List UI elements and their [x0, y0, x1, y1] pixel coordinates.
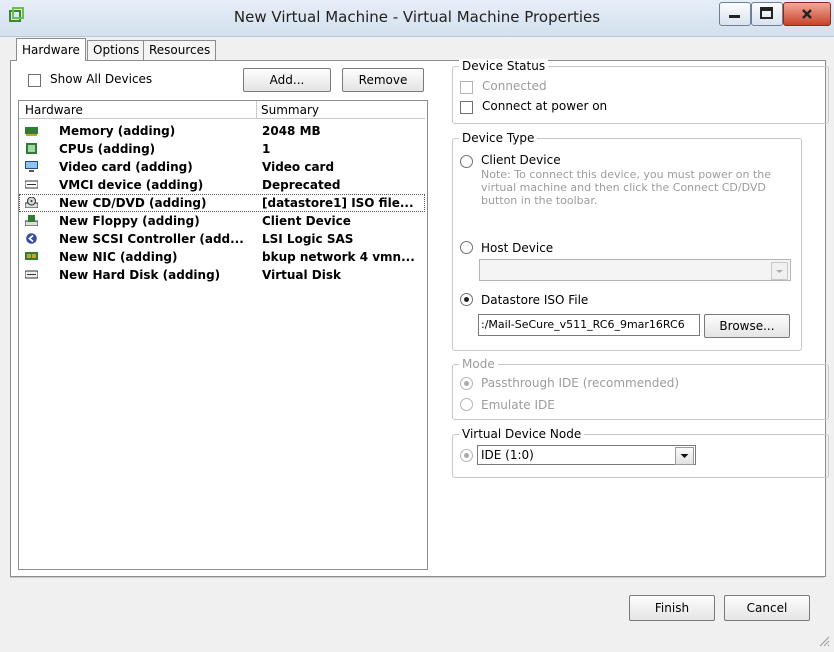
row-hardware: New CD/DVD (adding): [59, 196, 207, 210]
virtual-device-node-value: IDE (1:0): [481, 448, 534, 462]
host-device-select[interactable]: [479, 259, 791, 281]
row-summary: Client Device: [262, 214, 351, 228]
add-button[interactable]: Add...: [243, 68, 331, 92]
row-summary: 1: [262, 142, 271, 156]
row-summary: [datastore1] ISO file...: [262, 196, 414, 210]
passthrough-ide-radio[interactable]: [460, 377, 473, 390]
row-hardware: New SCSI Controller (add...: [59, 232, 244, 246]
floppy-icon: [25, 215, 38, 226]
maximize-icon: [760, 7, 773, 19]
window-title: New Virtual Machine - Virtual Machine Pr…: [233, 8, 601, 26]
list-item[interactable]: VMCI device (adding) Deprecated: [19, 176, 425, 194]
row-summary: 2048 MB: [262, 124, 321, 138]
scsi-controller-icon: [26, 233, 37, 244]
title-bar: New Virtual Machine - Virtual Machine Pr…: [0, 0, 834, 37]
memory-icon: [25, 127, 38, 136]
row-hardware: Video card (adding): [59, 160, 193, 174]
list-item[interactable]: Video card (adding) Video card: [19, 158, 425, 176]
row-summary: Video card: [262, 160, 335, 174]
datastore-iso-label: Datastore ISO File: [481, 293, 589, 307]
list-item[interactable]: Memory (adding) 2048 MB: [19, 122, 425, 140]
show-all-devices-label: Show All Devices: [50, 72, 153, 86]
cpu-icon: [26, 143, 37, 154]
host-device-label: Host Device: [481, 241, 554, 255]
row-hardware: New Hard Disk (adding): [59, 268, 221, 282]
host-device-radio[interactable]: [460, 241, 473, 254]
tab-resources[interactable]: Resources: [143, 40, 217, 60]
chevron-down-icon: [776, 270, 783, 273]
tab-options[interactable]: Options: [87, 40, 146, 60]
monitor-icon: [25, 161, 38, 172]
list-item-selected[interactable]: New CD/DVD (adding) [datastore1] ISO fil…: [19, 194, 425, 212]
cancel-button[interactable]: Cancel: [724, 595, 810, 621]
tab-hardware[interactable]: Hardware: [16, 38, 86, 61]
emulate-ide-label: Emulate IDE: [481, 398, 555, 412]
datastore-iso-radio[interactable]: [460, 293, 473, 306]
nic-icon: [25, 252, 38, 260]
client-device-note: Note: To connect this device, you must p…: [481, 168, 772, 207]
host-device-dropdown-button[interactable]: [771, 262, 788, 280]
list-item[interactable]: CPUs (adding) 1: [19, 140, 425, 158]
row-summary: bkup network 4 vmn...: [262, 250, 415, 264]
list-item[interactable]: New SCSI Controller (add... LSI Logic SA…: [19, 230, 425, 248]
row-hardware: VMCI device (adding): [59, 178, 204, 192]
list-item[interactable]: New Floppy (adding) Client Device: [19, 212, 425, 230]
client-device-radio[interactable]: [460, 155, 473, 168]
remove-button[interactable]: Remove: [342, 68, 424, 92]
device-type-label: Device Type: [459, 131, 538, 145]
row-summary: Virtual Disk: [262, 268, 341, 282]
connect-at-power-on-label: Connect at power on: [482, 99, 608, 113]
browse-button[interactable]: Browse...: [704, 314, 790, 338]
minimize-button[interactable]: [719, 2, 751, 26]
column-header-summary[interactable]: Summary: [257, 101, 425, 119]
row-summary: Deprecated: [262, 178, 341, 192]
connected-label: Connected: [482, 79, 547, 93]
hard-disk-icon: [25, 270, 38, 279]
device-status-label: Device Status: [459, 59, 549, 73]
row-summary: LSI Logic SAS: [262, 232, 354, 246]
emulate-ide-radio[interactable]: [460, 398, 473, 411]
connected-checkbox[interactable]: [460, 81, 473, 94]
minimize-icon: [729, 15, 740, 18]
passthrough-ide-label: Passthrough IDE (recommended): [481, 376, 680, 390]
footer-divider: [10, 577, 824, 578]
finish-button[interactable]: Finish: [629, 595, 715, 621]
close-icon: [802, 9, 812, 19]
column-header-hardware[interactable]: Hardware: [19, 101, 257, 119]
resize-grip-icon[interactable]: [817, 634, 831, 648]
row-hardware: Memory (adding): [59, 124, 176, 138]
virtual-device-node-select[interactable]: IDE (1:0): [477, 445, 696, 465]
list-item[interactable]: New Hard Disk (adding) Virtual Disk: [19, 266, 425, 284]
vmci-device-icon: [25, 180, 38, 189]
row-hardware: New NIC (adding): [59, 250, 178, 264]
row-hardware: New Floppy (adding): [59, 214, 200, 228]
maximize-button[interactable]: [751, 2, 783, 26]
virtual-device-node-radio[interactable]: [460, 449, 473, 462]
virtual-device-node-label: Virtual Device Node: [459, 427, 585, 441]
client-device-label: Client Device: [481, 153, 561, 167]
row-hardware: CPUs (adding): [59, 142, 156, 156]
virtual-device-node-dropdown-button[interactable]: [675, 447, 694, 465]
close-button[interactable]: [783, 2, 831, 26]
mode-label: Mode: [459, 357, 498, 371]
datastore-iso-path-input[interactable]: :/Mail-SeCure_v511_RC6_9mar16RC6: [478, 314, 700, 336]
cd-dvd-icon: [25, 197, 38, 208]
list-item[interactable]: New NIC (adding) bkup network 4 vmn...: [19, 248, 425, 266]
hardware-list[interactable]: Hardware Summary Memory (adding) 2048 MB…: [18, 100, 428, 570]
connect-at-power-on-checkbox[interactable]: [460, 101, 473, 114]
device-status-group: [452, 66, 829, 124]
chevron-down-icon: [680, 454, 689, 458]
show-all-devices-checkbox[interactable]: [28, 74, 41, 87]
